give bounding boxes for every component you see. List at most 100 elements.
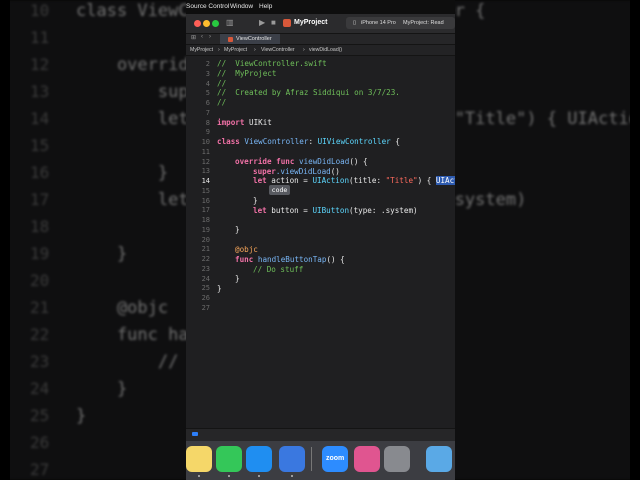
background-line-number: 17 bbox=[30, 190, 50, 209]
line-number: 21 bbox=[201, 245, 210, 254]
close-button[interactable] bbox=[194, 20, 201, 27]
build-status: MyProject: Read bbox=[403, 20, 444, 26]
quicktime-icon[interactable] bbox=[384, 446, 410, 472]
code-line: } bbox=[235, 274, 240, 283]
right-edge bbox=[630, 0, 640, 480]
autocomplete-selection: UIAct bbox=[435, 176, 455, 185]
debug-area-icon[interactable] bbox=[192, 432, 198, 436]
line-number: 9 bbox=[205, 128, 210, 137]
line-number: 18 bbox=[201, 216, 210, 224]
line-number: 16 bbox=[201, 196, 210, 205]
menu-help[interactable]: Help bbox=[259, 3, 272, 10]
background-line-number: 19 bbox=[30, 244, 50, 263]
line-number: 17 bbox=[201, 206, 210, 215]
breadcrumb-method[interactable]: viewDidLoad() bbox=[309, 47, 342, 53]
line-number: 26 bbox=[201, 294, 210, 302]
menu-bar: Source Control Window Help bbox=[186, 0, 455, 14]
line-number: 8 bbox=[205, 118, 210, 127]
code-line: } bbox=[235, 225, 240, 234]
run-icon[interactable]: ▶ bbox=[259, 18, 265, 27]
line-number: 24 bbox=[201, 274, 210, 283]
line-number: 4 bbox=[205, 79, 210, 88]
breadcrumb-file[interactable]: ViewController bbox=[261, 47, 295, 53]
swift-file-icon bbox=[228, 37, 233, 42]
messages-icon[interactable] bbox=[216, 446, 242, 472]
code-editor[interactable]: 2 3 4 5 6 7 8 9 10 11 12 13 14 15 16 17 18 19 20 21 22 23 24 25… bbox=[186, 56, 455, 428]
code-line: // bbox=[217, 79, 227, 88]
running-indicator bbox=[198, 475, 200, 477]
menu-source-control[interactable]: Source Control bbox=[186, 3, 229, 10]
tab-viewcontroller[interactable]: ViewController bbox=[220, 34, 280, 44]
background-line-number: 25 bbox=[30, 406, 50, 425]
line-number: 14 bbox=[201, 177, 210, 185]
background-line-number: 11 bbox=[30, 28, 50, 47]
line-number: 22 bbox=[201, 255, 210, 263]
instruments-icon[interactable] bbox=[354, 446, 380, 472]
background-code-line: } bbox=[76, 163, 169, 183]
background-line-number: 21 bbox=[30, 298, 50, 317]
background-code-line: } bbox=[76, 406, 87, 426]
line-number: 20 bbox=[201, 235, 210, 244]
minimize-button[interactable] bbox=[203, 20, 210, 27]
menu-window[interactable]: Window bbox=[230, 3, 253, 10]
code-line: super.viewDidLoad() bbox=[253, 167, 340, 176]
toolbar: ▥ ▶ ■ MyProject ▯ iPhone 14 Pro MyProjec… bbox=[186, 14, 455, 34]
xcode-icon[interactable] bbox=[279, 446, 305, 472]
background-line-number: 10 bbox=[30, 1, 50, 20]
background-line-number: 23 bbox=[30, 352, 50, 371]
code-line: class ViewController: UIViewController { bbox=[217, 137, 400, 146]
sidebar-toggle-icon[interactable]: ▥ bbox=[226, 18, 234, 27]
forward-icon[interactable]: › bbox=[209, 34, 211, 40]
line-number: 25 bbox=[201, 284, 210, 293]
line-number: 12 bbox=[201, 157, 210, 166]
line-number: 19 bbox=[201, 225, 210, 234]
background-line-number: 15 bbox=[30, 136, 50, 155]
running-indicator bbox=[228, 475, 230, 477]
app-store-icon[interactable] bbox=[246, 446, 272, 472]
back-icon[interactable]: ‹ bbox=[201, 34, 203, 40]
line-number: 10 bbox=[201, 138, 210, 146]
code-line: @objc bbox=[235, 245, 258, 254]
code-line: // MyProject bbox=[217, 69, 277, 78]
line-number: 13 bbox=[201, 167, 210, 176]
tab-bar: ⊞ ‹ › ViewController bbox=[186, 34, 455, 45]
line-number: 7 bbox=[205, 108, 210, 117]
zoom-window-button[interactable] bbox=[212, 20, 219, 27]
zoom-label: zoom bbox=[326, 455, 345, 462]
line-number: 15 bbox=[201, 186, 210, 195]
line-number: 2 bbox=[205, 60, 210, 68]
background-line-number: 18 bbox=[30, 217, 50, 236]
code-line-current: let action = UIAction(title: "Title") { … bbox=[253, 176, 455, 185]
background-line-number: 12 bbox=[30, 55, 50, 74]
background-line-number: 16 bbox=[30, 163, 50, 182]
line-number: 23 bbox=[201, 264, 210, 273]
device-name: iPhone 14 Pro bbox=[361, 20, 396, 26]
project-name[interactable]: MyProject bbox=[294, 19, 327, 26]
code-line: override func viewDidLoad() { bbox=[235, 157, 368, 166]
code-placeholder-token[interactable]: code bbox=[269, 185, 290, 195]
code-line: // bbox=[217, 98, 227, 107]
device-icon: ▯ bbox=[353, 20, 357, 26]
code-line: func handleButtonTap() { bbox=[235, 255, 345, 264]
zoom-icon[interactable]: zoom bbox=[322, 446, 348, 472]
xcode-window: Source Control Window Help ▥ ▶ ■ MyProje… bbox=[186, 0, 455, 480]
scheme-device-selector[interactable]: ▯ iPhone 14 Pro MyProject: Read bbox=[346, 17, 455, 29]
grid-icon[interactable]: ⊞ bbox=[191, 34, 196, 41]
stop-icon[interactable]: ■ bbox=[271, 18, 276, 27]
dock: zoom bbox=[186, 441, 455, 480]
folder-icon[interactable] bbox=[426, 446, 452, 472]
code-line: } bbox=[253, 196, 258, 205]
background-line-number: 14 bbox=[30, 109, 50, 128]
background-line-number: 26 bbox=[30, 433, 50, 452]
background-code-line: } bbox=[76, 244, 128, 264]
background-code-line: @objc bbox=[76, 298, 169, 318]
code-line: } bbox=[217, 284, 222, 293]
line-number: 5 bbox=[205, 89, 210, 98]
breadcrumb-project[interactable]: MyProject bbox=[190, 47, 213, 53]
breadcrumb-separator: › bbox=[218, 47, 220, 53]
background-line-number: 27 bbox=[30, 460, 50, 479]
background-line-number: 20 bbox=[30, 271, 50, 290]
notes-icon[interactable] bbox=[186, 446, 212, 472]
code-line: // Do stuff bbox=[253, 265, 304, 274]
breadcrumb-folder[interactable]: MyProject bbox=[224, 47, 247, 53]
